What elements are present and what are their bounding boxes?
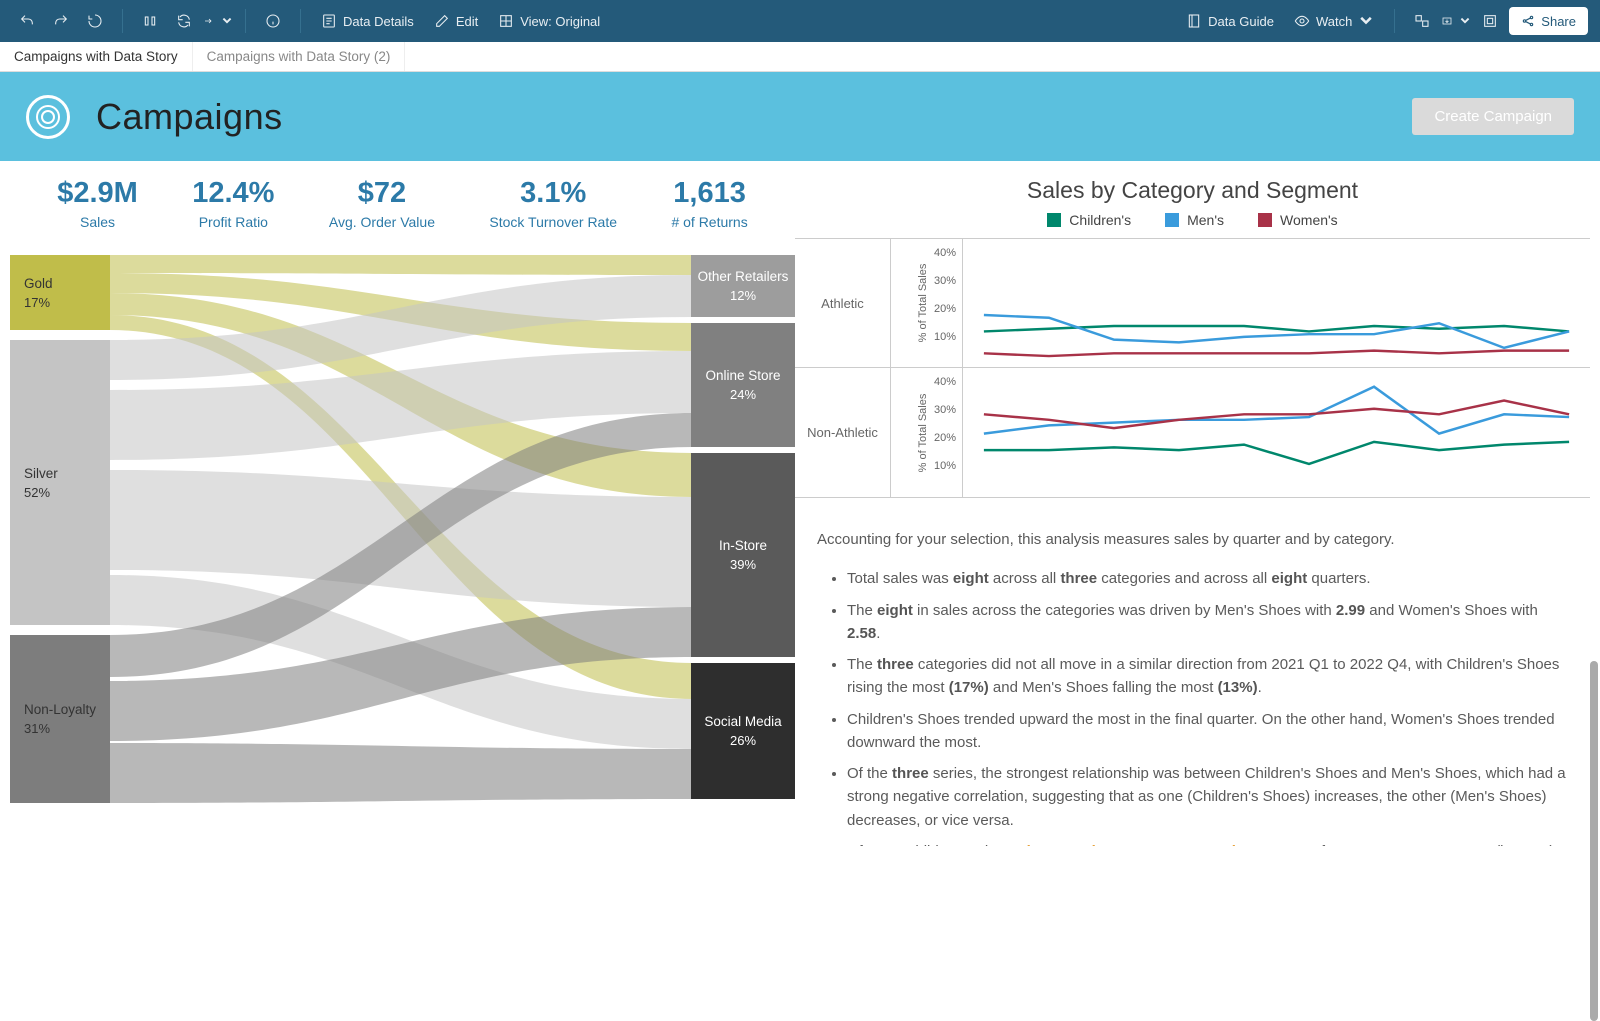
chart-facet: Athletic% of Total Sales40%30%20%10% <box>795 238 1590 368</box>
sankey-target-node[interactable]: In-Store39% <box>691 453 795 657</box>
story-bullet: The eight in sales across the categories… <box>847 599 1568 646</box>
kpi-label: Sales <box>57 214 138 230</box>
chart-title: Sales by Category and Segment <box>795 177 1590 204</box>
kpi-value: $2.9M <box>57 177 138 210</box>
page-banner: Campaigns Create Campaign <box>0 72 1600 161</box>
sankey-target-node[interactable]: Social Media26% <box>691 663 795 799</box>
chart-facet: Non-Athletic% of Total Sales40%30%20%10% <box>795 368 1590 498</box>
legend-item[interactable]: Children's <box>1047 212 1131 228</box>
sankey-target-node[interactable]: Online Store24% <box>691 323 795 447</box>
metrics-button[interactable] <box>1407 7 1437 35</box>
redo-button[interactable] <box>46 7 76 35</box>
kpi-value: 3.1% <box>489 177 617 210</box>
create-campaign-button[interactable]: Create Campaign <box>1412 98 1574 135</box>
kpi-value: 12.4% <box>192 177 274 210</box>
chart-plot-area[interactable] <box>963 239 1590 367</box>
sankey-source-node[interactable]: Gold17% <box>10 255 110 330</box>
legend-item[interactable]: Women's <box>1258 212 1338 228</box>
share-button[interactable]: Share <box>1509 7 1588 35</box>
chart-series-line[interactable] <box>984 326 1569 331</box>
data-guide-label: Data Guide <box>1208 14 1274 29</box>
fullscreen-button[interactable] <box>1475 7 1505 35</box>
kpi-label: Stock Turnover Rate <box>489 214 617 230</box>
explain-button[interactable] <box>258 7 288 35</box>
data-guide-button[interactable]: Data Guide <box>1178 7 1282 35</box>
chart-series-line[interactable] <box>984 315 1569 348</box>
chart-plot-area[interactable] <box>963 368 1590 497</box>
chart-legend: Children's Men's Women's <box>795 212 1590 228</box>
story-bullet: Of note, Children's Shoes decreased over… <box>847 840 1568 846</box>
campaigns-logo-icon <box>26 95 70 139</box>
sankey-source-node[interactable]: Non-Loyalty31% <box>10 635 110 803</box>
kpi-label: # of Returns <box>671 214 747 230</box>
data-details-button[interactable]: Data Details <box>313 7 422 35</box>
sankey-flow[interactable] <box>110 743 692 803</box>
kpi-label: Avg. Order Value <box>329 214 435 230</box>
legend-item[interactable]: Men's <box>1165 212 1224 228</box>
kpi-card: $72 Avg. Order Value <box>329 177 435 230</box>
autorefresh-button[interactable] <box>203 7 233 35</box>
refresh-button[interactable] <box>169 7 199 35</box>
chart-series-line[interactable] <box>984 387 1569 434</box>
scrollbar-indicator[interactable] <box>1590 661 1598 1021</box>
story-intro: Accounting for your selection, this anal… <box>817 528 1568 551</box>
story-bullet: Children's Shoes trended upward the most… <box>847 708 1568 755</box>
kpi-card: 12.4% Profit Ratio <box>192 177 274 230</box>
sankey-target-node[interactable]: Other Retailers12% <box>691 255 795 317</box>
chart-series-line[interactable] <box>984 401 1569 429</box>
sankey-chart: Gold17% Silver52%Non-Loyalty31% Other Ret… <box>10 255 795 803</box>
y-axis: % of Total Sales40%30%20%10% <box>891 368 963 497</box>
top-toolbar: Data Details Edit View: Original Data Gu… <box>0 0 1600 42</box>
data-story: Accounting for your selection, this anal… <box>795 498 1590 846</box>
watch-label: Watch <box>1316 14 1352 29</box>
watch-button[interactable]: Watch <box>1286 7 1382 35</box>
y-axis: % of Total Sales40%30%20%10% <box>891 239 963 367</box>
kpi-value: $72 <box>329 177 435 210</box>
story-bullet: Of the three series, the strongest relat… <box>847 762 1568 832</box>
worksheet-tab[interactable]: Campaigns with Data Story (2) <box>193 42 406 71</box>
page-title: Campaigns <box>96 96 283 138</box>
kpi-row: $2.9M Sales 12.4% Profit Ratio $72 Avg. Order… <box>10 177 795 230</box>
share-label: Share <box>1541 14 1576 29</box>
download-button[interactable] <box>1441 7 1471 35</box>
undo-button[interactable] <box>12 7 42 35</box>
kpi-card: 3.1% Stock Turnover Rate <box>489 177 617 230</box>
story-bullet: The three categories did not all move in… <box>847 653 1568 700</box>
worksheet-tab[interactable]: Campaigns with Data Story <box>0 42 193 71</box>
chart-series-line[interactable] <box>984 442 1569 464</box>
edit-label: Edit <box>456 14 478 29</box>
kpi-card: $2.9M Sales <box>57 177 138 230</box>
worksheet-tabs: Campaigns with Data StoryCampaigns with … <box>0 42 1600 72</box>
facet-label: Athletic <box>795 239 891 367</box>
view-button[interactable]: View: Original <box>490 7 608 35</box>
revert-button[interactable] <box>80 7 110 35</box>
sankey-flow[interactable] <box>110 255 692 275</box>
kpi-label: Profit Ratio <box>192 214 274 230</box>
facet-label: Non-Athletic <box>795 368 891 497</box>
chart-series-line[interactable] <box>984 351 1569 356</box>
kpi-value: 1,613 <box>671 177 747 210</box>
data-details-label: Data Details <box>343 14 414 29</box>
sankey-source-node[interactable]: Silver52% <box>10 340 110 625</box>
story-bullet: Total sales was eight across all three c… <box>847 567 1568 590</box>
kpi-card: 1,613 # of Returns <box>671 177 747 230</box>
edit-button[interactable]: Edit <box>426 7 486 35</box>
view-label: View: Original <box>520 14 600 29</box>
pause-button[interactable] <box>135 7 165 35</box>
